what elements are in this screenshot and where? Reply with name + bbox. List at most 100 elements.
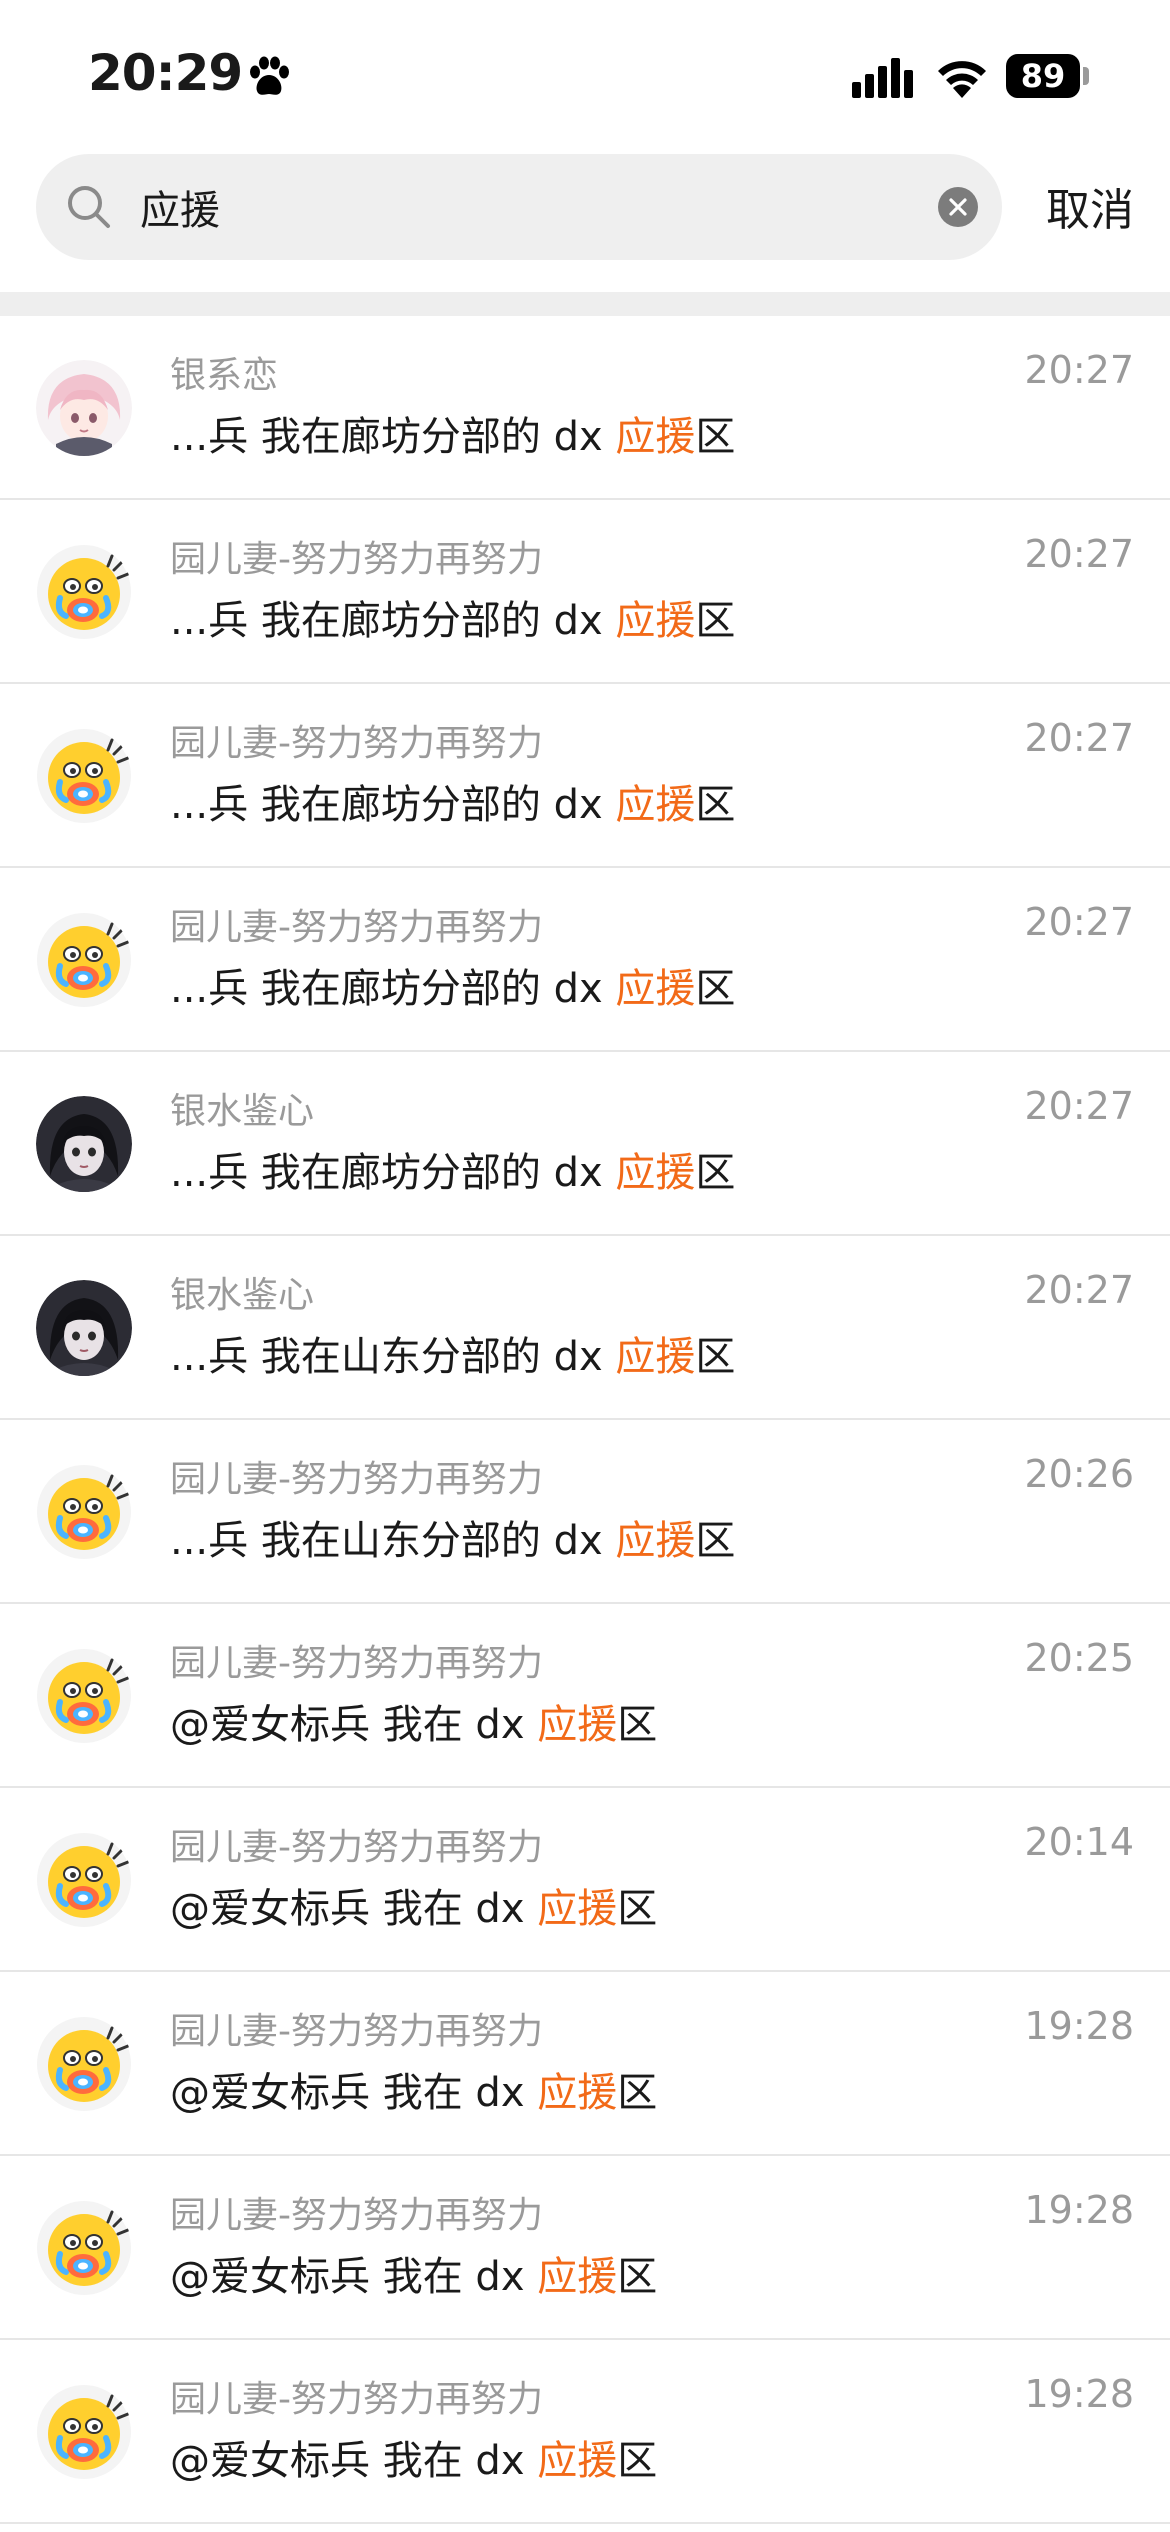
message-time: 20:27 xyxy=(1024,532,1134,576)
sender-name: 园儿妻-努力努力再努力 xyxy=(170,1827,543,1868)
message-suffix: 区 xyxy=(617,1886,658,1932)
battery-cap xyxy=(1083,67,1089,85)
message-snippet: ...兵 我在廊坊分部的 dx 应援区 xyxy=(170,956,735,1014)
message-time: 20:27 xyxy=(1024,1268,1134,1312)
message-prefix: @爱女标兵 我在 dx xyxy=(170,1886,538,1932)
message-snippet: @爱女标兵 我在 dx 应援区 xyxy=(170,2060,657,2118)
search-result-item[interactable]: 银系恋 ...兵 我在廊坊分部的 dx 应援区 20:27 xyxy=(0,316,1170,500)
search-result-item[interactable]: 园儿妻-努力努力再努力 @爱女标兵 我在 dx 应援区 20:14 xyxy=(0,1788,1170,1972)
highlighted-keyword: 应援 xyxy=(615,782,696,828)
message-snippet: ...兵 我在山东分部的 dx 应援区 xyxy=(170,1508,735,1566)
message-snippet: ...兵 我在廊坊分部的 dx 应援区 xyxy=(170,772,735,830)
message-time: 20:25 xyxy=(1024,1636,1134,1680)
sender-name: 园儿妻-努力努力再努力 xyxy=(170,2379,543,2420)
message-snippet: @爱女标兵 我在 dx 应援区 xyxy=(170,1876,657,1934)
avatar xyxy=(36,728,132,824)
message-suffix: 区 xyxy=(617,2254,658,2300)
message-suffix: 区 xyxy=(617,2070,658,2116)
highlighted-keyword: 应援 xyxy=(615,966,696,1012)
message-time: 20:27 xyxy=(1024,348,1134,392)
message-prefix: ...兵 我在廊坊分部的 dx xyxy=(170,598,616,644)
sender-name: 园儿妻-努力努力再努力 xyxy=(170,1459,543,1500)
search-box[interactable] xyxy=(36,154,1002,260)
sender-name: 园儿妻-努力努力再努力 xyxy=(170,2195,543,2236)
search-result-list: 银系恋 ...兵 我在廊坊分部的 dx 应援区 20:27 园儿妻-努力努力再努力..… xyxy=(0,316,1170,2524)
avatar xyxy=(36,2016,132,2112)
search-result-item[interactable]: 园儿妻-努力努力再努力 ...兵 我在山东分部的 dx 应援区 20:26 xyxy=(0,1420,1170,1604)
message-snippet: ...兵 我在廊坊分部的 dx 应援区 xyxy=(170,404,735,462)
message-prefix: @爱女标兵 我在 dx xyxy=(170,2438,538,2484)
status-bar: 20:29 89 xyxy=(0,0,1170,150)
message-time: 20:14 xyxy=(1024,1820,1134,1864)
avatar xyxy=(36,1832,132,1928)
message-prefix: ...兵 我在山东分部的 dx xyxy=(170,1518,616,1564)
message-time: 19:28 xyxy=(1024,2188,1134,2232)
message-prefix: @爱女标兵 我在 dx xyxy=(170,1702,538,1748)
search-result-item[interactable]: 银水鉴心 ...兵 我在山东分部的 dx 应援区 20:27 xyxy=(0,1236,1170,1420)
message-time: 19:28 xyxy=(1024,2372,1134,2416)
message-suffix: 区 xyxy=(695,414,736,460)
search-input[interactable] xyxy=(140,176,900,238)
search-icon xyxy=(68,186,110,228)
avatar xyxy=(36,1096,132,1192)
message-suffix: 区 xyxy=(695,782,736,828)
message-suffix: 区 xyxy=(695,1334,736,1380)
avatar xyxy=(36,912,132,1008)
message-prefix: ...兵 我在廊坊分部的 dx xyxy=(170,966,616,1012)
message-suffix: 区 xyxy=(695,966,736,1012)
message-time: 19:28 xyxy=(1024,2004,1134,2048)
sender-name: 银水鉴心 xyxy=(170,1275,315,1316)
avatar xyxy=(36,2384,132,2480)
message-snippet: ...兵 我在山东分部的 dx 应援区 xyxy=(170,1324,735,1382)
close-icon xyxy=(949,198,967,216)
cellular-signal-icon xyxy=(852,58,913,98)
status-time: 20:29 xyxy=(88,44,243,102)
avatar xyxy=(36,544,132,640)
cancel-button[interactable]: 取消 xyxy=(1046,174,1134,238)
search-result-item[interactable]: 园儿妻-努力努力再努力 ...兵 我在廊坊分部的 dx 应援区 20:27 xyxy=(0,684,1170,868)
battery-level: 89 xyxy=(1006,54,1080,98)
sender-name: 园儿妻-努力努力再努力 xyxy=(170,907,543,948)
message-time: 20:27 xyxy=(1024,900,1134,944)
section-divider xyxy=(0,292,1170,316)
message-suffix: 区 xyxy=(617,1702,658,1748)
clear-search-button[interactable] xyxy=(938,187,978,227)
highlighted-keyword: 应援 xyxy=(615,1334,696,1380)
message-suffix: 区 xyxy=(695,1150,736,1196)
message-snippet: @爱女标兵 我在 dx 应援区 xyxy=(170,2244,657,2302)
message-suffix: 区 xyxy=(695,1518,736,1564)
highlighted-keyword: 应援 xyxy=(615,1518,696,1564)
message-suffix: 区 xyxy=(695,598,736,644)
message-prefix: @爱女标兵 我在 dx xyxy=(170,2070,538,2116)
message-prefix: ...兵 我在山东分部的 dx xyxy=(170,1334,616,1380)
search-result-item[interactable]: 银水鉴心 ...兵 我在廊坊分部的 dx 应援区 20:27 xyxy=(0,1052,1170,1236)
sender-name: 园儿妻-努力努力再努力 xyxy=(170,2011,543,2052)
search-row: 取消 xyxy=(0,150,1170,292)
sender-name: 园儿妻-努力努力再努力 xyxy=(170,1643,543,1684)
search-result-item[interactable]: 园儿妻-努力努力再努力 ...兵 我在廊坊分部的 dx 应援区 20:27 xyxy=(0,500,1170,684)
avatar xyxy=(36,1648,132,1744)
search-result-item[interactable]: 园儿妻-努力努力再努力 @爱女标兵 我在 dx 应援区 19:28 xyxy=(0,2156,1170,2340)
avatar xyxy=(36,360,132,456)
search-result-item[interactable]: 园儿妻-努力努力再努力 ...兵 我在廊坊分部的 dx 应援区 20:27 xyxy=(0,868,1170,1052)
highlighted-keyword: 应援 xyxy=(615,414,696,460)
highlighted-keyword: 应援 xyxy=(615,1150,696,1196)
battery-icon: 89 xyxy=(1006,54,1089,98)
search-result-item[interactable]: 园儿妻-努力努力再努力 @爱女标兵 我在 dx 应援区 19:28 xyxy=(0,2340,1170,2524)
highlighted-keyword: 应援 xyxy=(537,2254,618,2300)
message-snippet: @爱女标兵 我在 dx 应援区 xyxy=(170,1692,657,1750)
avatar xyxy=(36,2200,132,2296)
highlighted-keyword: 应援 xyxy=(537,2070,618,2116)
message-suffix: 区 xyxy=(617,2438,658,2484)
message-prefix: @爱女标兵 我在 dx xyxy=(170,2254,538,2300)
message-snippet: @爱女标兵 我在 dx 应援区 xyxy=(170,2428,657,2486)
message-prefix: ...兵 我在廊坊分部的 dx xyxy=(170,1150,616,1196)
search-result-item[interactable]: 园儿妻-努力努力再努力 @爱女标兵 我在 dx 应援区 19:28 xyxy=(0,1972,1170,2156)
sender-name: 银水鉴心 xyxy=(170,1091,315,1132)
highlighted-keyword: 应援 xyxy=(537,1702,618,1748)
message-snippet: ...兵 我在廊坊分部的 dx 应援区 xyxy=(170,1140,735,1198)
search-result-item[interactable]: 园儿妻-努力努力再努力 @爱女标兵 我在 dx 应援区 20:25 xyxy=(0,1604,1170,1788)
message-time: 20:27 xyxy=(1024,1084,1134,1128)
avatar xyxy=(36,1464,132,1560)
message-time: 20:26 xyxy=(1024,1452,1134,1496)
